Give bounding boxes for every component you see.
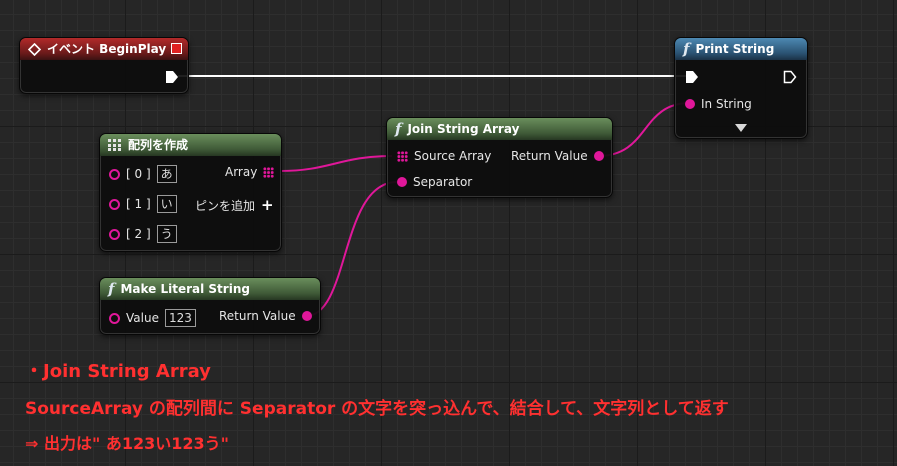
add-pin-button[interactable]: ピンを追加 + <box>195 196 274 214</box>
array-grid-icon <box>108 139 121 151</box>
add-pin-label: ピンを追加 <box>195 198 256 213</box>
literal-value-row[interactable]: Value 123 <box>109 309 196 327</box>
source-array-pin[interactable] <box>397 150 408 162</box>
separator-row[interactable]: Separator <box>397 175 472 189</box>
element-pin-2[interactable] <box>109 228 120 240</box>
exec-out-pin[interactable] <box>783 70 797 84</box>
in-string-pin-row[interactable]: In String <box>685 97 752 111</box>
function-icon: f <box>395 120 402 138</box>
literal-return-label: Return Value <box>219 309 296 323</box>
literal-value-input[interactable]: 123 <box>164 309 196 327</box>
print-string-node[interactable]: f Print String In String <box>674 37 808 139</box>
event-node-title: イベント BeginPlay <box>47 42 167 56</box>
in-string-label: In String <box>701 97 752 111</box>
in-string-pin[interactable] <box>685 99 695 109</box>
event-beginplay-node[interactable]: イベント BeginPlay <box>19 37 189 94</box>
join-return-label: Return Value <box>511 149 588 163</box>
make-array-header: 配列を作成 <box>100 134 281 156</box>
element-pin-1[interactable] <box>109 198 120 210</box>
element-label-2: [ 2 ] <box>126 227 151 241</box>
element-value-2[interactable]: う <box>156 225 177 243</box>
literal-return-row[interactable]: Return Value <box>219 309 312 323</box>
literal-node-header: f Make Literal String <box>100 278 320 300</box>
make-array-node[interactable]: 配列を作成 Array [ 0 ] あ [ 1 ] い [ 2 ] う ピンを追… <box>99 133 282 252</box>
plus-icon: + <box>261 196 274 214</box>
array-element-row-0[interactable]: [ 0 ] あ <box>109 165 177 183</box>
make-array-title: 配列を作成 <box>128 138 189 152</box>
array-element-row-1[interactable]: [ 1 ] い <box>109 195 177 213</box>
function-icon: f <box>108 280 115 298</box>
element-pin-0[interactable] <box>109 168 120 180</box>
exec-out-pin[interactable] <box>165 70 179 84</box>
source-array-row[interactable]: Source Array <box>397 149 491 163</box>
event-diamond-icon <box>28 42 41 56</box>
caption-line-1: ・Join String Array <box>25 361 211 382</box>
print-node-header: f Print String <box>675 38 807 60</box>
source-array-label: Source Array <box>414 149 492 163</box>
separator-label: Separator <box>413 175 473 189</box>
array-out-label: Array <box>225 165 258 179</box>
event-delegate-icon[interactable] <box>171 43 182 54</box>
literal-value-pin[interactable] <box>109 312 120 324</box>
array-out-row[interactable]: Array <box>225 165 275 179</box>
element-value-1[interactable]: い <box>156 195 177 213</box>
join-return-row[interactable]: Return Value <box>511 149 604 163</box>
literal-return-pin[interactable] <box>301 311 312 321</box>
literal-node-title: Make Literal String <box>120 282 250 296</box>
element-label-1: [ 1 ] <box>126 197 151 211</box>
exec-in-pin[interactable] <box>685 70 699 84</box>
literal-value-label: Value <box>126 311 159 325</box>
join-node-header: f Join String Array <box>387 118 612 140</box>
join-return-pin[interactable] <box>593 151 604 161</box>
element-value-0[interactable]: あ <box>156 165 177 183</box>
expand-arrow-icon[interactable] <box>735 124 747 132</box>
print-node-title: Print String <box>695 42 775 56</box>
caption-line-3: ⇒ 出力は" あ123い123う" <box>25 434 230 453</box>
separator-pin[interactable] <box>397 177 407 187</box>
join-node-title: Join String Array <box>407 122 520 136</box>
array-out-pin[interactable] <box>263 166 275 178</box>
join-string-array-node[interactable]: f Join String Array Source Array Return … <box>386 117 613 198</box>
make-literal-string-node[interactable]: f Make Literal String Value 123 Return V… <box>99 277 321 335</box>
caption-line-2: SourceArray の配列間に Separator の文字を突っ込んで、結合… <box>25 399 729 419</box>
event-node-header: イベント BeginPlay <box>20 38 188 60</box>
function-icon: f <box>683 40 690 58</box>
element-label-0: [ 0 ] <box>126 167 151 181</box>
array-element-row-2[interactable]: [ 2 ] う <box>109 225 177 243</box>
array-wire <box>279 155 393 172</box>
